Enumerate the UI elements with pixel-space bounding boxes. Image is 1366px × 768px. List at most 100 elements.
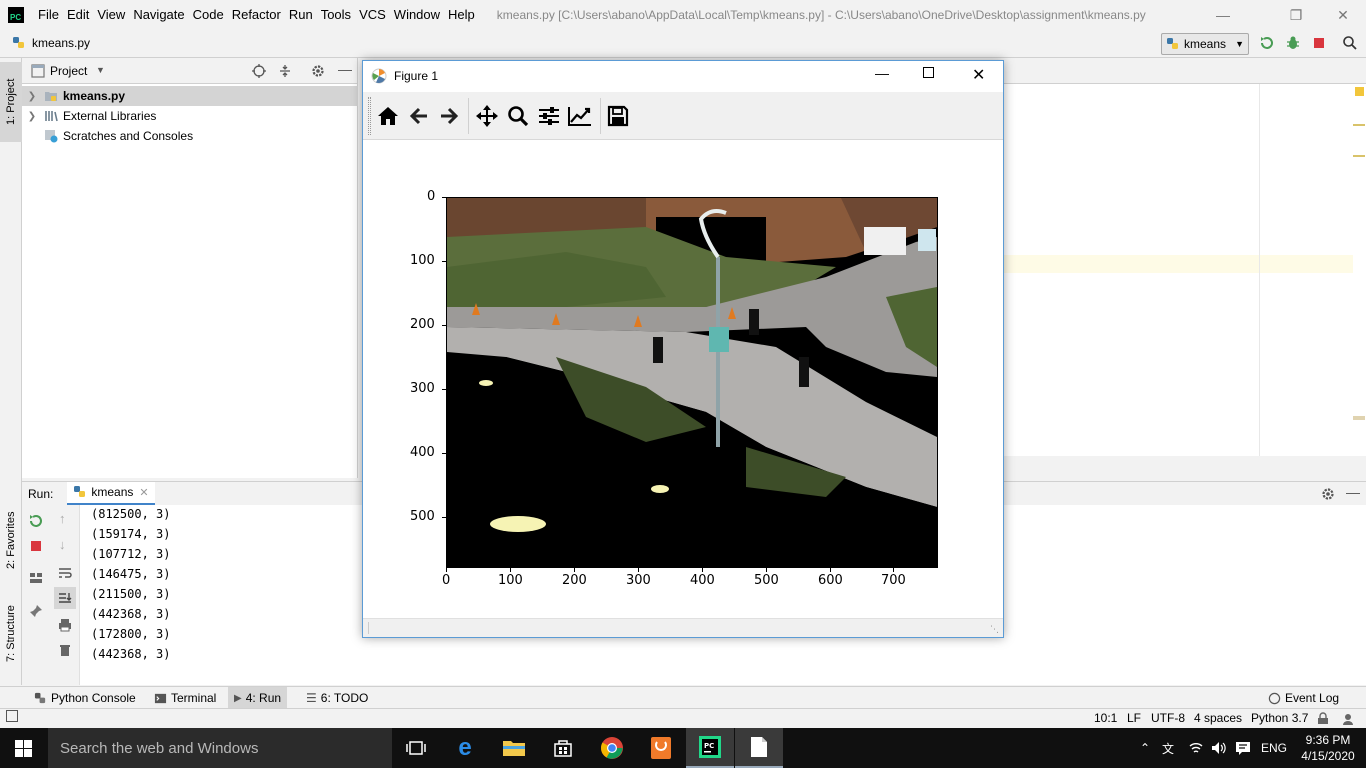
show-hidden-icons-icon[interactable]: ⌃ (1140, 728, 1150, 768)
menu-help[interactable]: Help (444, 0, 479, 30)
back-button[interactable] (406, 103, 432, 129)
project-title[interactable]: Project (50, 64, 87, 78)
menu-refactor[interactable]: Refactor (228, 0, 285, 30)
tab-project[interactable]: 1: Project (0, 62, 22, 142)
save-figure-button[interactable] (605, 103, 631, 129)
ime-icon[interactable]: 文 (1162, 728, 1174, 768)
tab-favorites[interactable]: 2: Favorites (0, 498, 22, 582)
stop-icon[interactable] (28, 538, 44, 554)
forward-button[interactable] (436, 103, 462, 129)
run-tool-tab[interactable]: ▶ 4: Run (228, 687, 288, 709)
close-button[interactable]: ✕ (1320, 0, 1366, 30)
document-app[interactable] (735, 728, 783, 768)
arrow-down-icon[interactable]: ↓ (59, 537, 66, 552)
pan-button[interactable] (474, 103, 500, 129)
scroll-marker[interactable] (1353, 416, 1365, 420)
wifi-icon[interactable] (1188, 740, 1204, 756)
home-button[interactable] (375, 103, 401, 129)
menu-navigate[interactable]: Navigate (129, 0, 188, 30)
task-view-button[interactable] (392, 728, 440, 768)
language-indicator[interactable]: ENG (1261, 728, 1287, 768)
chevron-right-icon[interactable]: ❯ (22, 91, 42, 102)
edit-axis-button[interactable] (567, 103, 593, 129)
trash-icon[interactable] (57, 642, 73, 658)
soft-wrap-icon[interactable] (57, 565, 73, 581)
scroll-to-end-button[interactable] (54, 587, 76, 609)
warning-marker-icon[interactable] (1355, 87, 1364, 96)
figure-titlebar[interactable]: Figure 1 — ✕ (363, 61, 1003, 91)
chevron-right-icon[interactable]: ❯ (22, 111, 42, 122)
todo-tab[interactable]: ☰ 6: TODO (300, 687, 374, 709)
menu-edit[interactable]: Edit (63, 0, 93, 30)
interpreter[interactable]: Python 3.7 (1251, 711, 1308, 725)
menu-file[interactable]: File (34, 0, 63, 30)
menu-vcs[interactable]: VCS (355, 0, 390, 30)
arrow-up-icon[interactable]: ↑ (59, 511, 66, 526)
chevron-down-icon[interactable]: ▼ (96, 65, 105, 75)
zoom-button[interactable] (505, 103, 531, 129)
breadcrumb[interactable]: kmeans.py (12, 36, 90, 50)
store-app[interactable] (539, 728, 587, 768)
windows-start-icon[interactable] (15, 740, 32, 757)
tree-item-scratches[interactable]: Scratches and Consoles (22, 126, 358, 146)
breadcrumb-file[interactable]: kmeans.py (32, 36, 90, 50)
chrome-app[interactable] (588, 728, 636, 768)
volume-icon[interactable] (1210, 740, 1226, 756)
resize-grip-icon[interactable]: ⋱ (990, 624, 999, 635)
menu-window[interactable]: Window (390, 0, 444, 30)
minimize-button[interactable]: — (1200, 0, 1246, 30)
layout-icon[interactable] (28, 570, 44, 586)
subplots-button[interactable] (536, 103, 562, 129)
indent-setting[interactable]: 4 spaces (1194, 711, 1242, 725)
terminal-tab[interactable]: Terminal (148, 687, 222, 709)
locate-icon[interactable] (251, 63, 267, 79)
lock-icon[interactable] (1317, 712, 1329, 725)
restore-button[interactable]: ❐ (1273, 0, 1319, 30)
pin-icon[interactable] (28, 603, 44, 619)
collapse-all-icon[interactable] (277, 63, 293, 79)
python-console-tab[interactable]: Python Console (28, 687, 142, 709)
toggle-tool-windows-icon[interactable] (6, 710, 18, 722)
print-icon[interactable] (57, 617, 73, 633)
menu-code[interactable]: Code (189, 0, 228, 30)
tree-item-external-libraries[interactable]: ❯ External Libraries (22, 106, 358, 126)
minimize-button[interactable]: — (875, 65, 889, 81)
pycharm-app[interactable]: PC (686, 728, 734, 768)
scroll-marker[interactable] (1353, 155, 1365, 157)
hide-panel-icon[interactable]: — (1346, 484, 1360, 500)
rerun-icon[interactable] (1259, 35, 1275, 51)
tab-structure[interactable]: 7: Structure (0, 594, 22, 674)
file-encoding[interactable]: UTF-8 (1151, 711, 1185, 725)
clock[interactable]: 9:36 PM 4/15/2020 (1300, 728, 1356, 768)
gear-icon[interactable] (310, 63, 326, 79)
menu-view[interactable]: View (93, 0, 129, 30)
stop-icon[interactable] (1311, 35, 1327, 51)
clustered-image[interactable] (446, 197, 938, 568)
splitter[interactable] (1003, 456, 1366, 478)
close-button[interactable]: ✕ (972, 65, 985, 85)
debug-icon[interactable] (1285, 35, 1301, 51)
inspector-icon[interactable] (1341, 712, 1355, 726)
line-separator[interactable]: LF (1127, 711, 1141, 725)
event-log-tab[interactable]: Event Log (1262, 687, 1345, 709)
run-config-select[interactable]: kmeans ▼ (1161, 33, 1249, 55)
taskbar-search-input[interactable]: Search the web and Windows (48, 728, 392, 768)
maximize-button[interactable] (923, 67, 934, 78)
figure-canvas[interactable]: 0 100 200 300 400 500 0 100 200 300 400 … (363, 140, 1003, 618)
tree-item-kmeans[interactable]: ❯ kmeans.py (22, 86, 358, 106)
toolbar-grip[interactable] (368, 97, 371, 135)
gear-icon[interactable] (1320, 486, 1336, 502)
search-icon[interactable] (1342, 35, 1358, 51)
notification-icon[interactable] (1235, 740, 1251, 756)
menu-tools[interactable]: Tools (317, 0, 355, 30)
hide-panel-icon[interactable]: — (338, 61, 352, 77)
edge-app[interactable]: e (441, 728, 489, 768)
caret-position[interactable]: 10:1 (1094, 711, 1117, 725)
file-explorer-app[interactable] (490, 728, 538, 768)
run-tab-kmeans[interactable]: kmeans ✕ (67, 481, 155, 506)
close-icon[interactable]: ✕ (139, 486, 148, 499)
pdf-app[interactable] (637, 728, 685, 768)
menu-run[interactable]: Run (285, 0, 317, 30)
scroll-marker[interactable] (1353, 124, 1365, 126)
rerun-icon[interactable] (28, 513, 44, 529)
